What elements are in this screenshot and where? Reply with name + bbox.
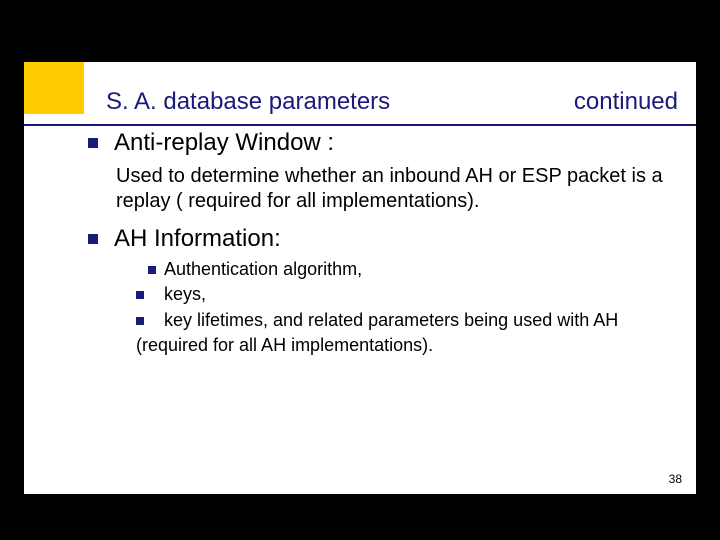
page-number: 38 [669,472,682,486]
bullet-body: Used to determine whether an inbound AH … [116,164,672,214]
sub-bullet-text: Authentication algorithm, [164,258,362,281]
sub-bullet-list: Authentication algorithm, keys, key life… [136,258,672,358]
square-bullet-icon [136,291,144,299]
sub-bullet-text: key lifetimes, and related parameters be… [164,309,618,332]
sub-bullet-footer: (required for all AH implementations). [136,334,672,357]
bullet-item: AH Information: [88,224,672,254]
sub-bullet-item: Authentication algorithm, [136,258,672,281]
slide-title-left: S. A. database parameters [106,88,390,116]
slide: S. A. database parameters continued Anti… [24,62,696,494]
slide-title-right: continued [574,88,678,116]
bullet-heading: AH Information: [114,224,281,254]
square-bullet-icon [88,138,98,148]
square-bullet-icon [136,317,144,325]
square-bullet-icon [88,234,98,244]
bullet-item: Anti-replay Window : [88,128,672,158]
slide-title-row: S. A. database parameters continued [106,88,678,116]
sub-bullet-text: keys, [164,283,206,306]
sub-bullet-item: key lifetimes, and related parameters be… [136,309,672,332]
accent-block [24,62,84,114]
bullet-heading: Anti-replay Window : [114,128,334,158]
sub-bullet-item: keys, [136,283,672,306]
slide-content: Anti-replay Window : Used to determine w… [88,122,672,358]
square-bullet-icon [148,266,156,274]
